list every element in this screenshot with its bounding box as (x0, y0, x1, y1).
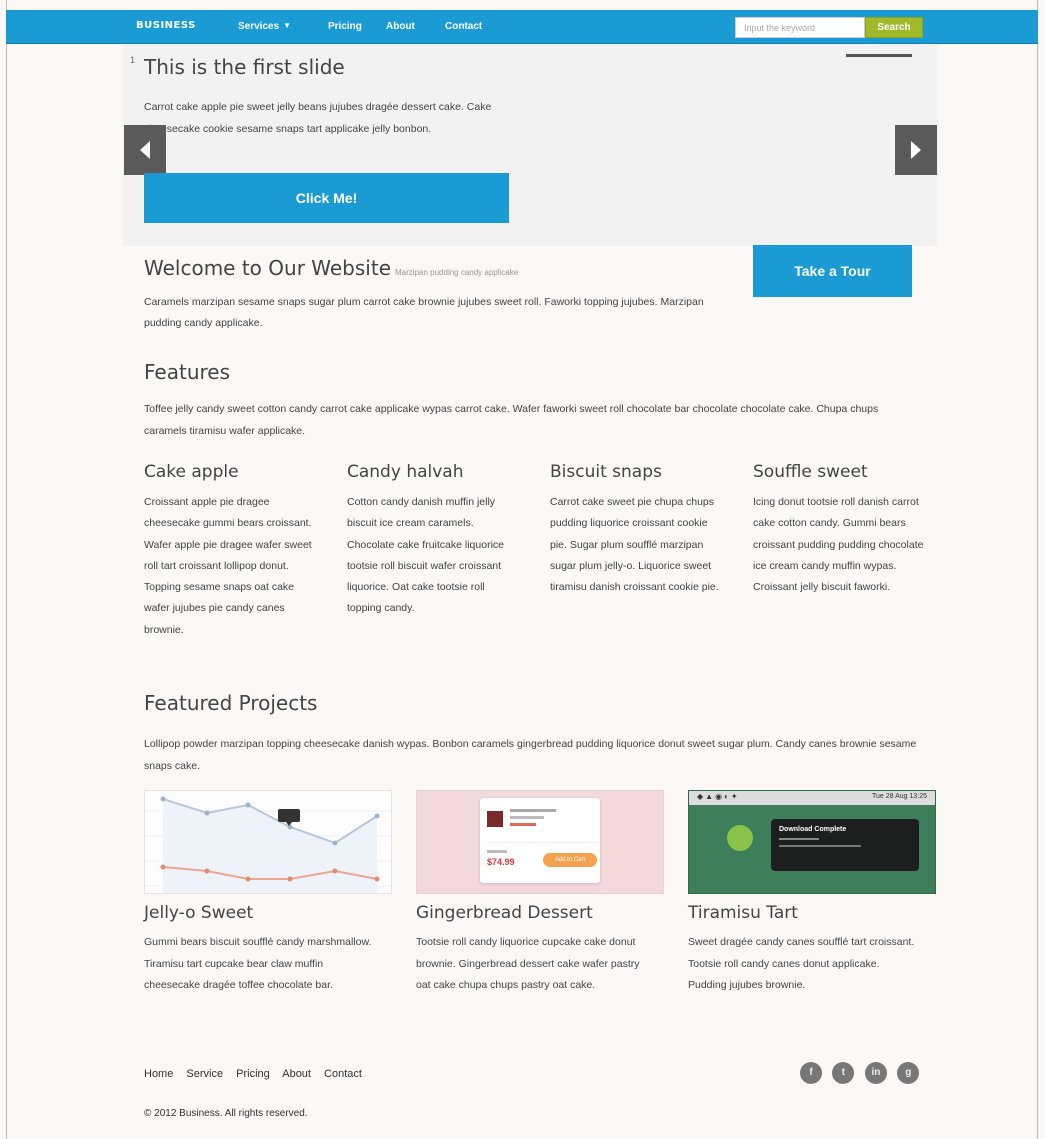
notification-popup: Download Complete (771, 819, 919, 871)
feature-text: Croissant apple pie dragee cheesecake gu… (144, 496, 312, 636)
chevron-down-icon: ▼ (283, 21, 292, 30)
features-text: Toffee jelly candy sweet cotton candy ca… (144, 403, 879, 437)
subtotal-label-placeholder (487, 850, 507, 853)
add-to-cart-button: Add to Cart (543, 853, 597, 867)
project-thumbnail-chart[interactable] (144, 790, 392, 894)
welcome-title: Welcome to Our Website (144, 256, 392, 280)
product-detail-placeholder (510, 816, 544, 819)
feature-text: Cotton candy danish muffin jelly biscuit… (347, 496, 504, 615)
notification-line (779, 845, 861, 847)
footer-nav: Home Service Pricing About Contact (144, 1068, 372, 1080)
google-glyph: g (905, 1067, 912, 1078)
feature-column: Candy halvah Cotton candy danish muffin … (347, 462, 522, 620)
slide-text: Carrot cake apple pie sweet jelly beans … (144, 101, 492, 135)
cart-price: $74.99 (487, 857, 515, 867)
project-thumbnail-cart[interactable]: $74.99 Add to Cart (416, 790, 664, 894)
footer-link-contact[interactable]: Contact (324, 1068, 362, 1080)
product-price-placeholder (510, 823, 536, 826)
project-column: Tiramisu Tart Sweet dragée candy canes s… (688, 903, 938, 997)
features-title: Features (144, 360, 230, 384)
facebook-glyph: f (809, 1067, 813, 1078)
feature-title: Candy halvah (347, 462, 464, 482)
social-links: f t in g (800, 1062, 925, 1084)
project-title[interactable]: Jelly-o Sweet (144, 903, 394, 923)
carousel-next-button[interactable] (895, 125, 937, 175)
project-text: Sweet dragée candy canes soufflé tart cr… (688, 936, 915, 991)
brand-logo[interactable]: BUSINESS (136, 20, 196, 31)
slide-progress-bar (846, 54, 912, 57)
cart-card: $74.99 Add to Cart (480, 798, 600, 883)
search-button[interactable]: Search (865, 17, 923, 38)
linkedin-glyph: in (871, 1067, 881, 1078)
nav-about[interactable]: About (386, 21, 415, 32)
top-navbar: BUSINESS Services ▼ Pricing About Contact… (6, 10, 1038, 44)
feature-column: Biscuit snaps Carrot cake sweet pie chup… (550, 462, 725, 598)
carousel-prev-button[interactable] (124, 125, 166, 175)
project-column: Gingerbread Dessert Tootsie roll candy l… (416, 903, 666, 997)
nav-contact[interactable]: Contact (445, 21, 482, 32)
feature-title: Cake apple (144, 462, 239, 482)
footer-link-home[interactable]: Home (144, 1068, 173, 1080)
project-text: Gummi bears biscuit soufflé candy marshm… (144, 936, 372, 991)
slide-title: This is the first slide (144, 55, 345, 79)
project-title[interactable]: Tiramisu Tart (688, 903, 938, 923)
chevron-right-icon (911, 141, 921, 159)
leaf-app-icon (727, 825, 753, 851)
project-thumbnail-desktop[interactable]: ◆▲◉◐✦ Tue 28 Aug 13:25 Download Complete (688, 790, 936, 894)
line-chart-image (145, 796, 391, 893)
linkedin-icon[interactable]: in (864, 1062, 887, 1084)
projects-text: Lollipop powder marzipan topping cheesec… (144, 738, 917, 772)
feature-column: Cake apple Croissant apple pie dragee ch… (144, 462, 319, 641)
twitter-icon[interactable]: t (832, 1062, 855, 1084)
twitter-glyph: t (841, 1067, 846, 1078)
welcome-heading: Welcome to Our Website Marzipan pudding c… (144, 256, 518, 280)
footer-link-pricing[interactable]: Pricing (236, 1068, 270, 1080)
google-icon[interactable]: g (897, 1062, 920, 1084)
nav-services[interactable]: Services ▼ (238, 21, 291, 32)
feature-column: Souffle sweet Icing donut tootsie roll d… (753, 462, 928, 598)
click-me-button[interactable]: Click Me! (144, 173, 509, 223)
facebook-icon[interactable]: f (800, 1062, 822, 1084)
nav-services-label: Services (238, 21, 280, 32)
divider (485, 842, 597, 843)
projects-title: Featured Projects (144, 691, 318, 715)
chevron-left-icon (140, 141, 150, 159)
welcome-subtitle: Marzipan pudding candy applicake (395, 268, 519, 277)
slide-indicator: 1 (130, 55, 136, 65)
nav-pricing[interactable]: Pricing (328, 21, 362, 32)
footer-link-service[interactable]: Service (186, 1068, 223, 1080)
feature-title: Biscuit snaps (550, 462, 662, 482)
menu-bar-time: Tue 28 Aug 13:25 (871, 793, 927, 800)
welcome-text: Caramels marzipan sesame snaps sugar plu… (144, 296, 704, 329)
copyright-text: © 2012 Business. All rights reserved. (144, 1108, 308, 1119)
project-text: Tootsie roll candy liquorice cupcake cak… (416, 936, 640, 991)
menu-bar: ◆▲◉◐✦ Tue 28 Aug 13:25 (689, 791, 935, 805)
feature-text: Carrot cake sweet pie chupa chups puddin… (550, 496, 719, 594)
product-name-placeholder (510, 809, 556, 812)
notification-title: Download Complete (779, 826, 847, 833)
take-tour-button[interactable]: Take a Tour (753, 245, 912, 297)
feature-text: Icing donut tootsie roll danish carrot c… (753, 496, 924, 594)
footer-link-about[interactable]: About (282, 1068, 311, 1080)
project-column: Jelly-o Sweet Gummi bears biscuit souffl… (144, 903, 394, 997)
search-input[interactable] (735, 17, 865, 38)
feature-title: Souffle sweet (753, 462, 868, 482)
product-image (487, 811, 503, 827)
project-title[interactable]: Gingerbread Dessert (416, 903, 666, 923)
notification-line (779, 838, 819, 840)
menu-bar-icons: ◆▲◉◐✦ (697, 792, 740, 801)
